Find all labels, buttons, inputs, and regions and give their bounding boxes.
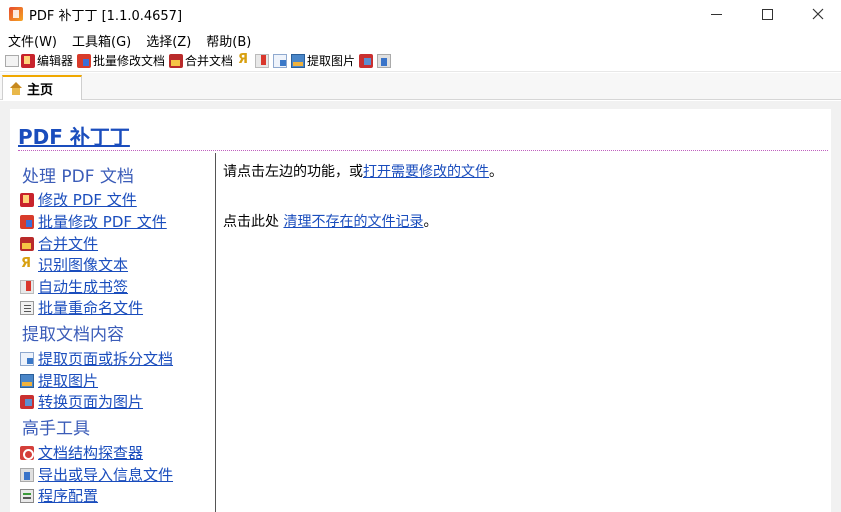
pages-to-images-button[interactable] [359, 53, 374, 68]
nav-config[interactable]: 程序配置 [20, 485, 98, 506]
nav-pages-to-images-label[interactable]: 转换页面为图片 [38, 391, 143, 412]
nav-extract-pages-label[interactable]: 提取页面或拆分文档 [38, 348, 173, 369]
section-process: 处理 PDF 文档 [22, 167, 134, 187]
minimize-icon [710, 13, 722, 15]
open-file-line: 请点击左边的功能，或打开需要修改的文件。 [223, 161, 503, 181]
export-info-button[interactable] [377, 53, 392, 68]
nav-config-label[interactable]: 程序配置 [38, 485, 98, 506]
section-extract: 提取文档内容 [22, 325, 124, 345]
minimize-button[interactable] [693, 0, 739, 28]
menu-toolbox[interactable]: 工具箱(G) [72, 31, 131, 50]
nav-rename[interactable]: 批量重命名文件 [20, 297, 143, 318]
function-list: 处理 PDF 文档 修改 PDF 文件 批量修改 PDF 文件 合并文件 识别图… [10, 153, 216, 512]
batch-pdf-icon [20, 214, 34, 229]
tab-home-label: 主页 [27, 83, 54, 98]
bookmark-icon [255, 53, 270, 68]
section-advanced: 高手工具 [22, 419, 90, 439]
open-file-link[interactable]: 打开需要修改的文件 [363, 164, 489, 180]
extract-images-label: 提取图片 [307, 54, 356, 68]
bookmark-button[interactable] [255, 53, 270, 68]
merge-icon [20, 236, 34, 251]
toolbar: 编辑器 批量修改文档 合并文档 提取图片 [0, 50, 841, 72]
extract-pages-icon [20, 351, 34, 366]
ocr-button[interactable] [237, 52, 251, 68]
close-icon [812, 8, 824, 20]
pages-to-images-icon [20, 394, 34, 409]
pages-to-images-icon [359, 53, 374, 68]
nav-merge[interactable]: 合并文件 [20, 233, 98, 254]
ocr-icon [20, 256, 34, 272]
nav-bookmarks-label[interactable]: 自动生成书签 [38, 276, 128, 297]
batch-pdf-icon [77, 53, 92, 68]
tab-home[interactable]: 主页 [2, 75, 82, 100]
nav-extract-images-label[interactable]: 提取图片 [38, 370, 98, 391]
clean-records-suffix: 。 [423, 214, 438, 230]
toolbar-options-icon[interactable] [5, 54, 19, 67]
nav-extract-pages[interactable]: 提取页面或拆分文档 [20, 348, 173, 369]
extract-pages-icon [273, 53, 288, 68]
nav-batch-modify[interactable]: 批量修改 PDF 文件 [20, 211, 167, 232]
menu-bar: 文件(W) 工具箱(G) 选择(Z) 帮助(B) [0, 30, 841, 50]
editor-button[interactable]: 编辑器 [21, 52, 73, 69]
menu-help[interactable]: 帮助(B) [206, 31, 251, 50]
home-panel: PDF 补丁丁 处理 PDF 文档 修改 PDF 文件 批量修改 PDF 文件 … [10, 109, 831, 512]
home-icon [9, 81, 23, 96]
tab-bar: 主页 [0, 73, 841, 100]
open-file-suffix: 。 [489, 164, 503, 180]
merge-icon [169, 53, 184, 68]
merge-label: 合并文档 [185, 54, 234, 68]
image-icon [291, 53, 306, 68]
close-button[interactable] [795, 0, 841, 28]
maximize-icon [761, 8, 773, 20]
nav-export-info-label[interactable]: 导出或导入信息文件 [38, 464, 173, 485]
ocr-icon [237, 52, 251, 68]
inspector-icon [20, 445, 34, 460]
extract-pages-button[interactable] [273, 53, 288, 68]
image-icon [20, 373, 34, 388]
clean-records-line: 点击此处 清理不存在的文件记录。 [223, 211, 437, 231]
app-icon [9, 7, 23, 21]
title-divider [18, 150, 828, 151]
batch-modify-button[interactable]: 批量修改文档 [77, 52, 165, 69]
clean-records-link[interactable]: 清理不存在的文件记录 [283, 214, 423, 230]
nav-bookmarks[interactable]: 自动生成书签 [20, 276, 128, 297]
nav-inspector-label[interactable]: 文档结构探查器 [38, 442, 143, 463]
nav-rename-label[interactable]: 批量重命名文件 [38, 297, 143, 318]
open-file-prefix: 请点击左边的功能，或 [223, 164, 363, 180]
nav-merge-label[interactable]: 合并文件 [38, 233, 98, 254]
pdf-edit-icon [20, 192, 34, 207]
nav-modify-pdf-label[interactable]: 修改 PDF 文件 [38, 189, 137, 210]
merge-button[interactable]: 合并文档 [169, 52, 233, 69]
title-bar: PDF 补丁丁 [1.1.0.4657] [0, 0, 841, 28]
nav-pages-to-images[interactable]: 转换页面为图片 [20, 391, 143, 412]
menu-select[interactable]: 选择(Z) [146, 31, 191, 50]
bookmark-icon [20, 279, 34, 294]
menu-file[interactable]: 文件(W) [8, 31, 57, 50]
panel-title[interactable]: PDF 补丁丁 [18, 121, 130, 150]
nav-inspector[interactable]: 文档结构探查器 [20, 442, 143, 463]
extract-images-button[interactable]: 提取图片 [291, 52, 355, 69]
nav-batch-modify-label[interactable]: 批量修改 PDF 文件 [38, 211, 167, 232]
batch-modify-label: 批量修改文档 [93, 54, 166, 68]
clean-records-prefix: 点击此处 [223, 214, 284, 230]
window-title: PDF 补丁丁 [1.1.0.4657] [29, 8, 183, 24]
nav-export-info[interactable]: 导出或导入信息文件 [20, 464, 173, 485]
nav-extract-images[interactable]: 提取图片 [20, 370, 98, 391]
editor-label: 编辑器 [37, 54, 74, 68]
nav-modify-pdf[interactable]: 修改 PDF 文件 [20, 189, 137, 210]
nav-ocr-label[interactable]: 识别图像文本 [38, 254, 128, 275]
config-icon [20, 488, 34, 503]
export-info-icon [20, 467, 34, 482]
export-info-icon [377, 53, 392, 68]
nav-ocr[interactable]: 识别图像文本 [20, 254, 128, 275]
rename-icon [20, 300, 34, 315]
pdf-edit-icon [21, 53, 35, 68]
maximize-button[interactable] [744, 0, 790, 28]
